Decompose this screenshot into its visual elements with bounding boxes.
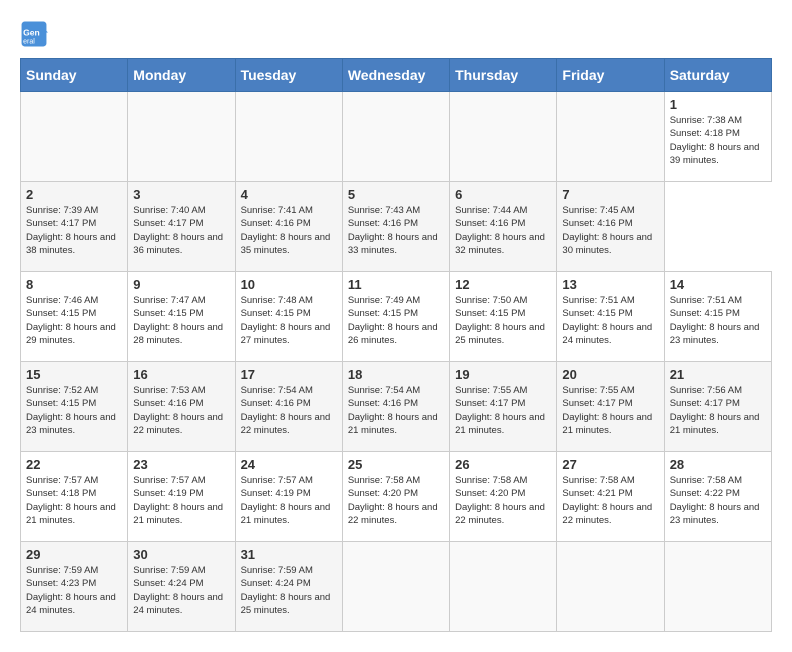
day-cell-7: 7Sunrise: 7:45 AMSunset: 4:16 PMDaylight… bbox=[557, 182, 664, 272]
empty-cell bbox=[450, 542, 557, 632]
day-cell-21: 21Sunrise: 7:56 AMSunset: 4:17 PMDayligh… bbox=[664, 362, 771, 452]
day-cell-23: 23Sunrise: 7:57 AMSunset: 4:19 PMDayligh… bbox=[128, 452, 235, 542]
empty-cell bbox=[450, 92, 557, 182]
day-cell-1: 1Sunrise: 7:38 AMSunset: 4:18 PMDaylight… bbox=[664, 92, 771, 182]
day-cell-27: 27Sunrise: 7:58 AMSunset: 4:21 PMDayligh… bbox=[557, 452, 664, 542]
logo-icon: Gen eral bbox=[20, 20, 48, 48]
week-row-1: 1Sunrise: 7:38 AMSunset: 4:18 PMDaylight… bbox=[21, 92, 772, 182]
empty-cell bbox=[342, 542, 449, 632]
svg-text:Gen: Gen bbox=[23, 28, 40, 38]
week-row-6: 29Sunrise: 7:59 AMSunset: 4:23 PMDayligh… bbox=[21, 542, 772, 632]
col-header-friday: Friday bbox=[557, 59, 664, 92]
day-cell-22: 22Sunrise: 7:57 AMSunset: 4:18 PMDayligh… bbox=[21, 452, 128, 542]
empty-cell bbox=[557, 542, 664, 632]
day-cell-19: 19Sunrise: 7:55 AMSunset: 4:17 PMDayligh… bbox=[450, 362, 557, 452]
logo: Gen eral bbox=[20, 20, 52, 48]
day-cell-20: 20Sunrise: 7:55 AMSunset: 4:17 PMDayligh… bbox=[557, 362, 664, 452]
col-header-monday: Monday bbox=[128, 59, 235, 92]
day-cell-10: 10Sunrise: 7:48 AMSunset: 4:15 PMDayligh… bbox=[235, 272, 342, 362]
empty-cell bbox=[235, 92, 342, 182]
col-header-wednesday: Wednesday bbox=[342, 59, 449, 92]
day-cell-13: 13Sunrise: 7:51 AMSunset: 4:15 PMDayligh… bbox=[557, 272, 664, 362]
day-cell-4: 4Sunrise: 7:41 AMSunset: 4:16 PMDaylight… bbox=[235, 182, 342, 272]
day-cell-28: 28Sunrise: 7:58 AMSunset: 4:22 PMDayligh… bbox=[664, 452, 771, 542]
day-cell-31: 31Sunrise: 7:59 AMSunset: 4:24 PMDayligh… bbox=[235, 542, 342, 632]
week-row-2: 2Sunrise: 7:39 AMSunset: 4:17 PMDaylight… bbox=[21, 182, 772, 272]
day-cell-24: 24Sunrise: 7:57 AMSunset: 4:19 PMDayligh… bbox=[235, 452, 342, 542]
calendar-table: SundayMondayTuesdayWednesdayThursdayFrid… bbox=[20, 58, 772, 632]
empty-cell bbox=[342, 92, 449, 182]
col-header-sunday: Sunday bbox=[21, 59, 128, 92]
empty-cell bbox=[557, 92, 664, 182]
day-cell-8: 8Sunrise: 7:46 AMSunset: 4:15 PMDaylight… bbox=[21, 272, 128, 362]
day-cell-11: 11Sunrise: 7:49 AMSunset: 4:15 PMDayligh… bbox=[342, 272, 449, 362]
day-cell-3: 3Sunrise: 7:40 AMSunset: 4:17 PMDaylight… bbox=[128, 182, 235, 272]
day-cell-5: 5Sunrise: 7:43 AMSunset: 4:16 PMDaylight… bbox=[342, 182, 449, 272]
header: Gen eral bbox=[20, 20, 772, 48]
day-cell-26: 26Sunrise: 7:58 AMSunset: 4:20 PMDayligh… bbox=[450, 452, 557, 542]
day-cell-17: 17Sunrise: 7:54 AMSunset: 4:16 PMDayligh… bbox=[235, 362, 342, 452]
empty-cell bbox=[21, 92, 128, 182]
week-row-3: 8Sunrise: 7:46 AMSunset: 4:15 PMDaylight… bbox=[21, 272, 772, 362]
day-cell-16: 16Sunrise: 7:53 AMSunset: 4:16 PMDayligh… bbox=[128, 362, 235, 452]
day-cell-14: 14Sunrise: 7:51 AMSunset: 4:15 PMDayligh… bbox=[664, 272, 771, 362]
col-header-thursday: Thursday bbox=[450, 59, 557, 92]
week-row-4: 15Sunrise: 7:52 AMSunset: 4:15 PMDayligh… bbox=[21, 362, 772, 452]
empty-cell bbox=[664, 542, 771, 632]
week-row-5: 22Sunrise: 7:57 AMSunset: 4:18 PMDayligh… bbox=[21, 452, 772, 542]
svg-text:eral: eral bbox=[23, 38, 35, 45]
day-cell-29: 29Sunrise: 7:59 AMSunset: 4:23 PMDayligh… bbox=[21, 542, 128, 632]
day-cell-9: 9Sunrise: 7:47 AMSunset: 4:15 PMDaylight… bbox=[128, 272, 235, 362]
col-header-saturday: Saturday bbox=[664, 59, 771, 92]
day-cell-2: 2Sunrise: 7:39 AMSunset: 4:17 PMDaylight… bbox=[21, 182, 128, 272]
col-header-tuesday: Tuesday bbox=[235, 59, 342, 92]
day-cell-30: 30Sunrise: 7:59 AMSunset: 4:24 PMDayligh… bbox=[128, 542, 235, 632]
day-cell-18: 18Sunrise: 7:54 AMSunset: 4:16 PMDayligh… bbox=[342, 362, 449, 452]
day-cell-15: 15Sunrise: 7:52 AMSunset: 4:15 PMDayligh… bbox=[21, 362, 128, 452]
day-cell-12: 12Sunrise: 7:50 AMSunset: 4:15 PMDayligh… bbox=[450, 272, 557, 362]
day-cell-6: 6Sunrise: 7:44 AMSunset: 4:16 PMDaylight… bbox=[450, 182, 557, 272]
empty-cell bbox=[128, 92, 235, 182]
day-cell-25: 25Sunrise: 7:58 AMSunset: 4:20 PMDayligh… bbox=[342, 452, 449, 542]
